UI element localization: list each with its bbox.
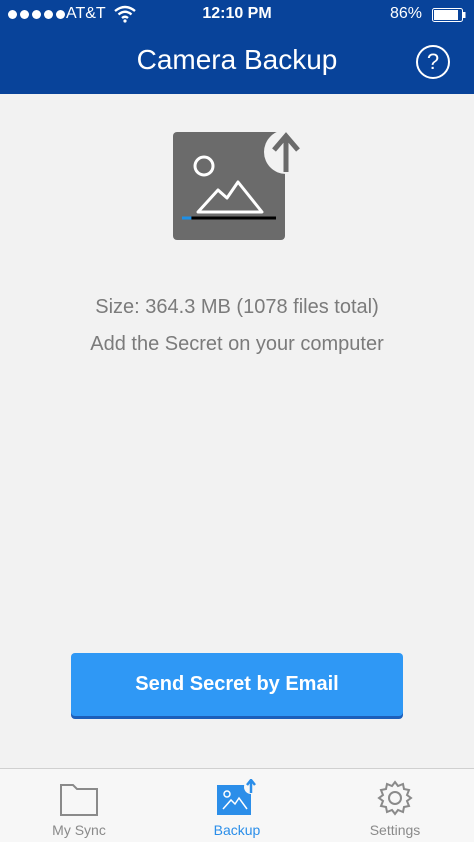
- photo-upload-icon: [217, 777, 258, 817]
- status-bar: AT&T 12:10 PM 86%: [0, 0, 474, 30]
- camera-backup-illustration: [172, 128, 308, 244]
- backup-size-text: Size: 364.3 MB (1078 files total): [95, 296, 379, 318]
- tab-label-settings: Settings: [369, 822, 421, 838]
- tab-label-my-sync: My Sync: [52, 822, 106, 838]
- tab-my-sync[interactable]: My Sync: [0, 769, 158, 842]
- gear-icon: [375, 779, 415, 817]
- app-header: AT&T 12:10 PM 86% Camera Backup ?: [0, 0, 474, 94]
- tab-bar: My Sync Backup Settings: [0, 768, 474, 842]
- folder-icon: [59, 779, 99, 817]
- tab-backup[interactable]: Backup: [158, 769, 316, 842]
- battery-percentage: 86%: [389, 5, 422, 22]
- send-secret-email-button[interactable]: Send Secret by Email: [71, 653, 403, 716]
- tab-settings[interactable]: Settings: [316, 769, 474, 842]
- tab-label-backup: Backup: [213, 822, 261, 838]
- help-button[interactable]: ?: [416, 45, 450, 79]
- backup-hint-text: Add the Secret on your computer: [90, 333, 384, 355]
- battery-icon: [432, 8, 466, 22]
- page-title: Camera Backup: [136, 44, 338, 75]
